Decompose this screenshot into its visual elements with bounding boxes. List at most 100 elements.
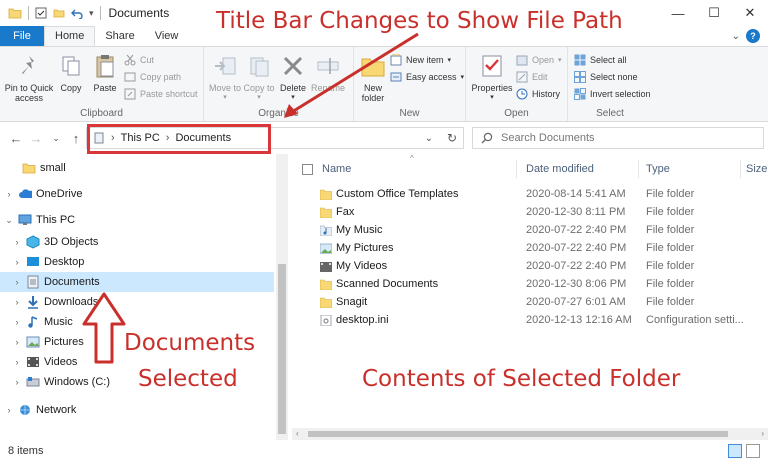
- annotation-title-bar: Title Bar Changes to Show File Path: [216, 8, 623, 34]
- download-icon: [26, 295, 40, 309]
- scroll-right-icon[interactable]: ›: [761, 429, 764, 438]
- new-folder-icon[interactable]: [53, 7, 65, 19]
- nav-item-network[interactable]: › Network: [0, 400, 274, 420]
- column-divider[interactable]: [638, 160, 639, 178]
- organize-group: Move to ▾ Copy to ▾ Delete ▾ Rename Organiz…: [204, 47, 354, 121]
- back-button[interactable]: ←: [6, 131, 26, 146]
- new-folder-icon: [361, 58, 385, 77]
- chevron-right-icon[interactable]: ›: [12, 337, 22, 347]
- folder-icon: [320, 207, 332, 218]
- chevron-right-icon[interactable]: ›: [4, 189, 14, 199]
- column-header-date[interactable]: Date modified: [526, 160, 594, 178]
- nav-scroll-thumb[interactable]: [278, 264, 286, 434]
- paste-shortcut-button[interactable]: Paste shortcut: [124, 87, 198, 101]
- sort-ascending-icon: ^: [410, 154, 414, 163]
- file-list-hscrollbar[interactable]: ‹ ›: [292, 428, 768, 440]
- select-all-button[interactable]: Select all: [574, 53, 651, 67]
- refresh-icon[interactable]: ↻: [447, 131, 457, 145]
- drive-icon: [26, 375, 40, 389]
- nav-item-small[interactable]: small: [0, 158, 274, 178]
- forward-button[interactable]: →: [26, 131, 46, 146]
- properties-icon: [482, 55, 502, 77]
- invert-selection-button[interactable]: Invert selection: [574, 87, 651, 101]
- new-item-button[interactable]: New item ▾: [390, 53, 464, 67]
- hscroll-thumb[interactable]: [308, 431, 728, 437]
- nav-scrollbar[interactable]: [276, 154, 288, 440]
- details-view-button[interactable]: [728, 444, 742, 458]
- search-box[interactable]: Search Documents: [472, 127, 764, 149]
- chevron-right-icon[interactable]: ›: [12, 317, 22, 327]
- nav-item-documents[interactable]: › Documents: [0, 272, 274, 292]
- column-header-type[interactable]: Type: [646, 160, 670, 178]
- nav-item-music[interactable]: › Music: [0, 312, 274, 332]
- paste-shortcut-icon: [124, 88, 136, 100]
- up-button[interactable]: ↑: [66, 131, 86, 146]
- settings-file-icon: [320, 314, 332, 326]
- edit-button[interactable]: Edit: [516, 70, 562, 84]
- quick-access-toolbar: ▾: [0, 0, 101, 26]
- file-row[interactable]: My Pictures 2020-07-22 2:40 PM File fold…: [290, 239, 768, 257]
- nav-item-this-pc[interactable]: ⌄ This PC: [0, 210, 274, 230]
- select-all-checkbox[interactable]: [302, 164, 313, 175]
- file-row[interactable]: Fax 2020-12-30 8:11 PM File folder: [290, 203, 768, 221]
- nav-item-desktop[interactable]: › Desktop: [0, 252, 274, 272]
- nav-item-3d-objects[interactable]: › 3D Objects: [0, 232, 274, 252]
- undo-icon[interactable]: [71, 7, 83, 19]
- new-group-label: New: [399, 108, 420, 119]
- column-divider[interactable]: [740, 160, 741, 178]
- column-header-size[interactable]: Size: [746, 160, 767, 178]
- open-button[interactable]: Open ▾: [516, 53, 562, 67]
- file-row[interactable]: My Videos 2020-07-22 2:40 PM File folder: [290, 257, 768, 275]
- chevron-down-icon[interactable]: ⌄: [425, 133, 433, 144]
- chevron-right-icon[interactable]: ›: [12, 257, 22, 267]
- chevron-right-icon[interactable]: ›: [12, 377, 22, 387]
- nav-item-downloads[interactable]: › Downloads: [0, 292, 274, 312]
- copy-to-icon: [250, 57, 269, 77]
- history-button[interactable]: History: [516, 87, 562, 101]
- customize-qat-icon[interactable]: ▾: [89, 8, 94, 19]
- help-icon[interactable]: ?: [746, 29, 760, 43]
- cut-button[interactable]: Cut: [124, 53, 198, 67]
- file-row[interactable]: Snagit 2020-07-27 6:01 AM File folder: [290, 293, 768, 311]
- music-folder-icon: [320, 225, 332, 236]
- column-divider[interactable]: [516, 160, 517, 178]
- select-group: Select all Select none Invert selection …: [568, 47, 652, 121]
- pictures-folder-icon: [320, 243, 332, 254]
- cloud-icon: [18, 187, 32, 201]
- folder-icon: [8, 8, 22, 19]
- desktop-icon: [26, 255, 40, 269]
- expand-ribbon-icon[interactable]: ⌄: [732, 31, 740, 42]
- scroll-left-icon[interactable]: ‹: [296, 429, 299, 438]
- chevron-right-icon[interactable]: ›: [12, 297, 22, 307]
- column-header-name[interactable]: Name: [322, 160, 351, 178]
- tab-file[interactable]: File: [0, 26, 44, 46]
- properties-checkbox-icon[interactable]: [35, 7, 47, 19]
- maximize-button[interactable]: ☐: [696, 0, 732, 26]
- chevron-down-icon[interactable]: ⌄: [4, 215, 14, 226]
- paste-icon: [96, 55, 114, 78]
- separator: [99, 6, 101, 20]
- invert-selection-icon: [574, 88, 586, 100]
- minimize-button[interactable]: —: [660, 0, 696, 26]
- picture-icon: [26, 335, 40, 349]
- file-row[interactable]: My Music 2020-07-22 2:40 PM File folder: [290, 221, 768, 239]
- new-item-icon: [390, 54, 402, 66]
- chevron-right-icon[interactable]: ›: [12, 237, 22, 247]
- large-icons-view-button[interactable]: [746, 444, 760, 458]
- file-row[interactable]: Scanned Documents 2020-12-30 8:06 PM Fil…: [290, 275, 768, 293]
- file-row[interactable]: Custom Office Templates 2020-08-14 5:41 …: [290, 185, 768, 203]
- easy-access-button[interactable]: Easy access ▾: [390, 70, 464, 84]
- chevron-right-icon[interactable]: ›: [12, 277, 22, 287]
- chevron-right-icon[interactable]: ›: [4, 405, 14, 415]
- nav-item-onedrive[interactable]: › OneDrive: [0, 184, 274, 204]
- select-all-icon: [574, 54, 586, 66]
- select-none-button[interactable]: Select none: [574, 70, 651, 84]
- tab-share[interactable]: Share: [95, 26, 144, 46]
- close-button[interactable]: ✕: [732, 0, 768, 26]
- tab-home[interactable]: Home: [44, 26, 96, 46]
- chevron-right-icon[interactable]: ›: [12, 357, 22, 367]
- file-row[interactable]: desktop.ini 2020-12-13 12:16 AM Configur…: [290, 311, 768, 329]
- copy-path-button[interactable]: Copy path: [124, 70, 198, 84]
- tab-view[interactable]: View: [145, 26, 189, 46]
- recent-locations-button[interactable]: ⌄: [46, 133, 66, 144]
